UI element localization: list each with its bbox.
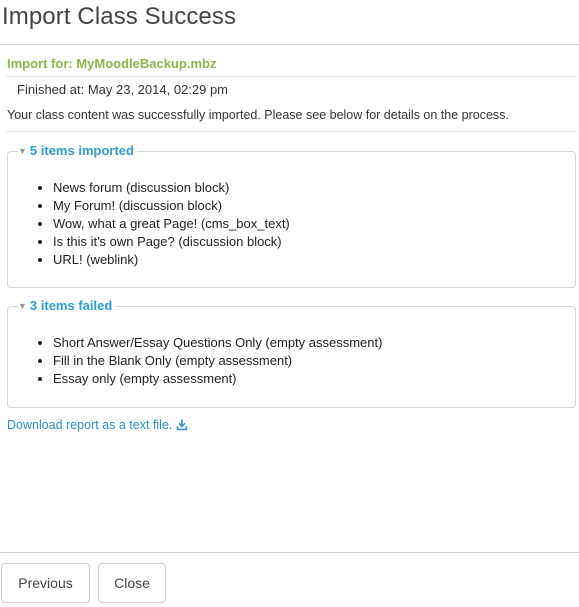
failed-item: Short Answer/Essay Questions Only (empty…: [53, 334, 382, 352]
failed-items-toggle[interactable]: ▼ 3 items failed: [18, 298, 116, 313]
imported-items-fieldset: ▼ 5 items imported News forum (discussio…: [7, 143, 576, 288]
failed-items-fieldset: ▼ 3 items failed Short Answer/Essay Ques…: [7, 298, 576, 408]
imported-item: Wow, what a great Page! (cms_box_text): [53, 215, 290, 233]
import-source-label: Import for: MyMoodleBackup.mbz: [7, 56, 217, 71]
previous-button[interactable]: Previous: [1, 563, 90, 603]
download-icon: [177, 419, 188, 431]
dialog-header: Import Class Success: [0, 0, 579, 45]
collapse-caret-icon: ▼: [18, 300, 27, 311]
imported-item: Is this it's own Page? (discussion block…: [53, 233, 290, 251]
divider: [6, 131, 578, 132]
failed-item: Fill in the Blank Only (empty assessment…: [53, 352, 382, 370]
finished-timestamp: Finished at: May 23, 2014, 02:29 pm: [17, 82, 229, 97]
collapse-caret-icon: ▼: [18, 145, 27, 156]
import-description: Your class content was successfully impo…: [7, 108, 509, 122]
imported-item: URL! (weblink): [53, 251, 290, 269]
footer-divider: [0, 552, 579, 553]
imported-item: My Forum! (discussion block): [53, 197, 290, 215]
failed-items-list: Short Answer/Essay Questions Only (empty…: [35, 334, 382, 388]
failed-items-legend: 3 items failed: [29, 298, 113, 313]
download-report-label: Download report as a text file.: [7, 418, 173, 432]
failed-item: Essay only (empty assessment): [53, 370, 382, 388]
imported-item: News forum (discussion block): [53, 179, 290, 197]
download-report-link[interactable]: Download report as a text file.: [7, 418, 188, 432]
imported-items-legend: 5 items imported: [29, 143, 134, 158]
imported-items-toggle[interactable]: ▼ 5 items imported: [18, 143, 137, 158]
divider: [6, 76, 578, 77]
imported-items-list: News forum (discussion block) My Forum! …: [35, 179, 290, 269]
dialog-title: Import Class Success: [2, 3, 237, 30]
close-button[interactable]: Close: [98, 563, 166, 603]
